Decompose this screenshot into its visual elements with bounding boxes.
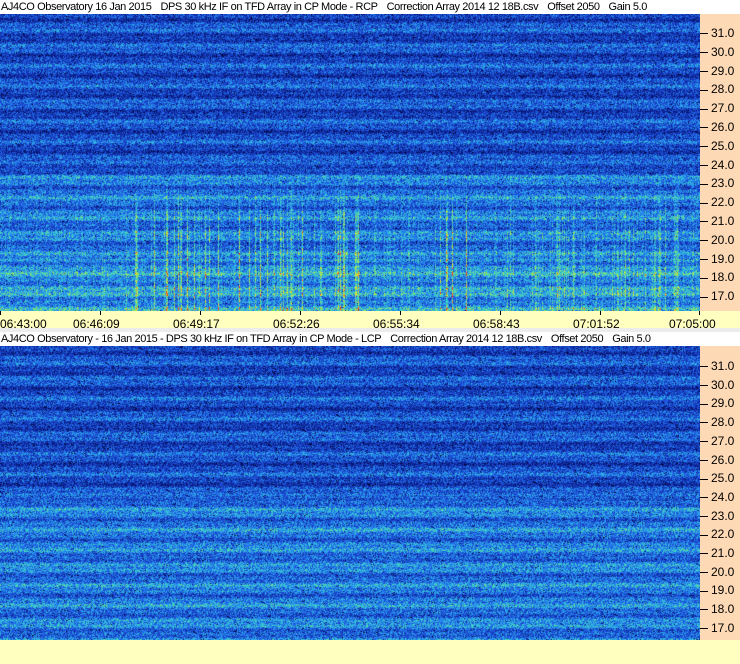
frequency-tick-label: 18.0 — [700, 602, 734, 616]
frequency-tick-label: 19.0 — [700, 252, 734, 266]
frequency-tick-label: 18.0 — [700, 270, 734, 284]
frequency-tick-label: 24.0 — [700, 158, 734, 172]
time-tick-label: 06:46:09 — [73, 317, 120, 331]
frequency-tick-label: 27.0 — [700, 101, 734, 115]
frequency-tick-label: 25.0 — [700, 471, 734, 485]
frequency-tick-label: 30.0 — [700, 378, 734, 392]
frequency-tick-label: 20.0 — [700, 233, 734, 247]
time-tick-mark — [600, 311, 601, 315]
title-mode: DPS 30 kHz IF on TFD Array in CP Mode - … — [160, 1, 378, 13]
frequency-tick-label: 25.0 — [700, 139, 734, 153]
time-tick-mark — [100, 311, 101, 315]
frequency-tick-label: 29.0 — [700, 396, 734, 410]
title-gain: Gain 5.0 — [612, 333, 651, 345]
rcp-spectrogram — [0, 14, 700, 311]
bottom-time-axis — [0, 640, 740, 664]
time-tick-mark — [400, 311, 401, 315]
time-tick-label: 06:43:00 — [0, 317, 47, 331]
frequency-tick-label: 29.0 — [700, 64, 734, 78]
time-tick-label: 06:52:26 — [273, 317, 320, 331]
time-axis: 06:43:00 06:46:09 06:49:17 06:52:26 06:55:34… — [0, 311, 740, 331]
time-tick-mark — [300, 311, 301, 315]
title-offset: Offset 2050 — [550, 333, 604, 345]
frequency-tick-label: 22.0 — [700, 195, 734, 209]
frequency-tick-label: 28.0 — [700, 415, 734, 429]
time-tick-mark — [200, 311, 201, 315]
frequency-tick-label: 31.0 — [700, 359, 734, 373]
lcp-title: AJ4CO Observatory - 16 Jan 2015 - DPS 30… — [0, 332, 740, 346]
frequency-tick-label: 30.0 — [700, 45, 734, 59]
time-tick-label: 06:55:34 — [373, 317, 420, 331]
lcp-spectrogram — [0, 346, 700, 640]
frequency-tick-label: 26.0 — [700, 453, 734, 467]
frequency-tick-label: 17.0 — [700, 621, 734, 635]
title-correction: Correction Array 2014 12 18B.csv — [386, 1, 539, 13]
title-observatory: AJ4CO Observatory - 16 Jan 2015 - DPS 30… — [1, 333, 382, 345]
lcp-frequency-axis: 31.0 30.0 29.0 28.0 27.0 26.0 25.0 24.0 23.0 22.0… — [700, 346, 740, 640]
frequency-tick-label: 24.0 — [700, 490, 734, 504]
time-tick-label: 07:05:00 — [669, 317, 716, 331]
time-tick-label: 07:01:52 — [573, 317, 620, 331]
time-tick-mark — [500, 311, 501, 315]
time-tick-mark — [0, 311, 1, 315]
frequency-tick-label: 23.0 — [700, 509, 734, 523]
frequency-tick-label: 20.0 — [700, 565, 734, 579]
frequency-tick-label: 23.0 — [700, 176, 734, 190]
rcp-title: AJ4CO Observatory 16 Jan 2015 DPS 30 kHz … — [0, 0, 740, 14]
frequency-tick-label: 21.0 — [700, 546, 734, 560]
frequency-tick-label: 31.0 — [700, 26, 734, 40]
frequency-tick-label: 26.0 — [700, 120, 734, 134]
frequency-tick-label: 22.0 — [700, 527, 734, 541]
title-correction: Correction Array 2014 12 18B.csv — [390, 333, 542, 345]
time-tick-mark — [699, 311, 700, 315]
title-offset: Offset 2050 — [547, 1, 600, 13]
rcp-frequency-axis: 31.0 30.0 29.0 28.0 27.0 26.0 25.0 24.0 23.0 22.0… — [700, 14, 740, 311]
time-tick-label: 06:49:17 — [173, 317, 220, 331]
title-observatory: AJ4CO Observatory 16 Jan 2015 — [1, 1, 152, 13]
frequency-tick-label: 27.0 — [700, 434, 734, 448]
frequency-tick-label: 19.0 — [700, 583, 734, 597]
time-tick-label: 06:58:43 — [473, 317, 520, 331]
frequency-tick-label: 28.0 — [700, 82, 734, 96]
title-gain: Gain 5.0 — [608, 1, 648, 13]
frequency-tick-label: 17.0 — [700, 289, 734, 303]
frequency-tick-label: 21.0 — [700, 214, 734, 228]
